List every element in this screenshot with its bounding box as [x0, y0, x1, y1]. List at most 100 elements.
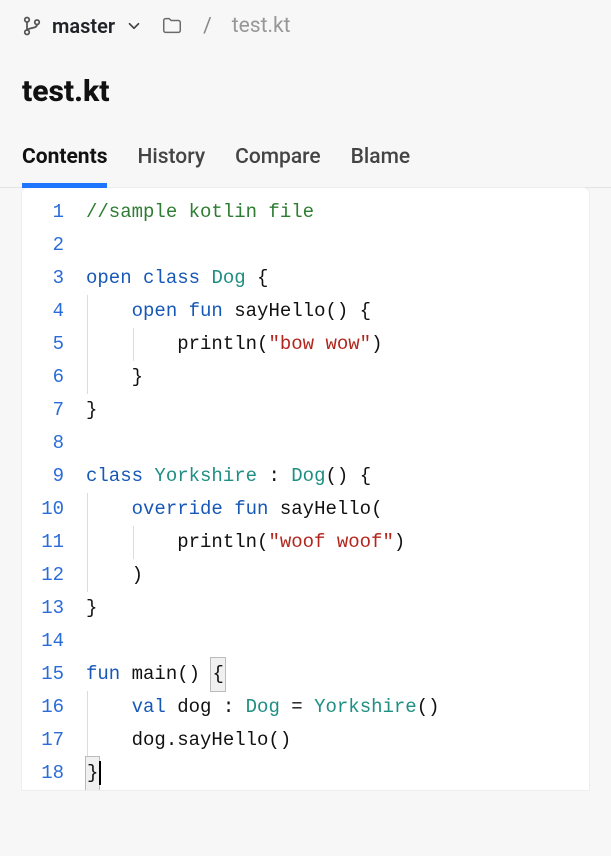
token-plain — [86, 498, 132, 520]
tabs: Contents History Compare Blame — [0, 119, 611, 188]
token-plain: ) — [394, 531, 405, 553]
token-plain: ( — [371, 498, 382, 520]
code-line[interactable]: } — [86, 361, 589, 394]
code-line[interactable]: } — [86, 394, 589, 427]
indent-guide — [87, 526, 88, 559]
text-cursor — [99, 761, 101, 785]
token-fn: sayHello — [280, 498, 371, 520]
token-string: "bow wow" — [268, 333, 371, 355]
code-line[interactable]: dog.sayHello() — [86, 724, 589, 757]
token-plain: } — [86, 366, 143, 388]
line-number[interactable]: 15 — [40, 658, 64, 691]
topbar: master / test.kt — [0, 0, 611, 52]
code-line[interactable] — [86, 229, 589, 262]
token-plain: () — [417, 696, 440, 718]
code-line[interactable]: fun main() { — [86, 658, 589, 691]
token-keyword: fun — [189, 300, 223, 322]
branch-selector[interactable]: master — [22, 14, 143, 38]
code-line[interactable] — [86, 625, 589, 658]
code-line[interactable] — [86, 427, 589, 460]
token-plain: } — [86, 597, 97, 619]
breadcrumb: / test.kt — [161, 14, 290, 38]
line-number[interactable]: 6 — [40, 361, 64, 394]
token-plain — [86, 696, 132, 718]
line-number[interactable]: 14 — [40, 625, 64, 658]
branch-icon — [22, 16, 42, 36]
token-plain — [143, 465, 154, 487]
tab-contents[interactable]: Contents — [22, 145, 107, 188]
token-keyword: override — [132, 498, 223, 520]
line-number[interactable]: 7 — [40, 394, 64, 427]
line-number[interactable]: 13 — [40, 592, 64, 625]
token-fn: main — [132, 663, 178, 685]
indent-guide — [87, 295, 88, 328]
line-number[interactable]: 8 — [40, 427, 64, 460]
token-plain — [268, 498, 279, 520]
line-number[interactable]: 5 — [40, 328, 64, 361]
line-number[interactable]: 2 — [40, 229, 64, 262]
code-line[interactable]: } — [86, 757, 589, 790]
code-line[interactable]: ) — [86, 559, 589, 592]
line-number[interactable]: 4 — [40, 295, 64, 328]
indent-guide — [87, 691, 88, 724]
token-plain: () { — [325, 465, 371, 487]
code-editor[interactable]: 123456789101112131415161718 //sample kot… — [22, 188, 589, 790]
line-number[interactable]: 3 — [40, 262, 64, 295]
token-type: Dog — [211, 267, 245, 289]
line-number[interactable]: 1 — [40, 196, 64, 229]
token-comment: //sample kotlin file — [86, 201, 314, 223]
token-type: Dog — [246, 696, 280, 718]
token-type: Dog — [291, 465, 325, 487]
token-keyword: fun — [234, 498, 268, 520]
chevron-down-icon — [125, 17, 143, 35]
token-plain: = — [280, 696, 314, 718]
code-line[interactable]: override fun sayHello( — [86, 493, 589, 526]
line-number[interactable]: 16 — [40, 691, 64, 724]
token-plain — [132, 267, 143, 289]
code-line[interactable]: //sample kotlin file — [86, 196, 589, 229]
token-plain: } — [86, 399, 97, 421]
token-string: "woof woof" — [268, 531, 393, 553]
token-keyword: open — [86, 267, 132, 289]
tab-blame[interactable]: Blame — [351, 145, 410, 188]
code-line[interactable]: open fun sayHello() { — [86, 295, 589, 328]
token-fn: sayHello — [234, 300, 325, 322]
code-line[interactable]: } — [86, 592, 589, 625]
branch-name: master — [52, 14, 115, 38]
indent-guide — [87, 559, 88, 592]
line-number[interactable]: 10 — [40, 493, 64, 526]
breadcrumb-file[interactable]: test.kt — [232, 14, 291, 38]
code-line[interactable]: println("woof woof") — [86, 526, 589, 559]
token-plain: dog : — [166, 696, 246, 718]
code-line[interactable]: class Yorkshire : Dog() { — [86, 460, 589, 493]
line-number[interactable]: 9 — [40, 460, 64, 493]
token-plain: ) — [86, 564, 143, 586]
code-area[interactable]: //sample kotlin file open class Dog { ope… — [82, 188, 589, 790]
code-line[interactable]: val dog : Dog = Yorkshire() — [86, 691, 589, 724]
code-line[interactable]: open class Dog { — [86, 262, 589, 295]
token-plain: () { — [325, 300, 371, 322]
tab-compare[interactable]: Compare — [235, 145, 321, 188]
token-plain — [200, 267, 211, 289]
indent-guide — [133, 526, 134, 559]
token-type: Yorkshire — [154, 465, 257, 487]
bracket-highlight: { — [211, 658, 224, 691]
token-plain — [223, 498, 234, 520]
token-plain: println( — [86, 333, 268, 355]
line-number[interactable]: 11 — [40, 526, 64, 559]
line-number[interactable]: 12 — [40, 559, 64, 592]
folder-icon[interactable] — [161, 15, 183, 37]
token-plain: ) — [371, 333, 382, 355]
tab-history[interactable]: History — [137, 145, 205, 188]
line-number[interactable]: 17 — [40, 724, 64, 757]
token-keyword: class — [86, 465, 143, 487]
token-plain: { — [246, 267, 269, 289]
page-title: test.kt — [0, 52, 611, 119]
token-type: Yorkshire — [314, 696, 417, 718]
token-plain: : — [257, 465, 291, 487]
line-number[interactable]: 18 — [40, 757, 64, 790]
code-line[interactable]: println("bow wow") — [86, 328, 589, 361]
token-plain: () — [177, 663, 211, 685]
token-plain — [223, 300, 234, 322]
indent-guide — [87, 328, 88, 361]
